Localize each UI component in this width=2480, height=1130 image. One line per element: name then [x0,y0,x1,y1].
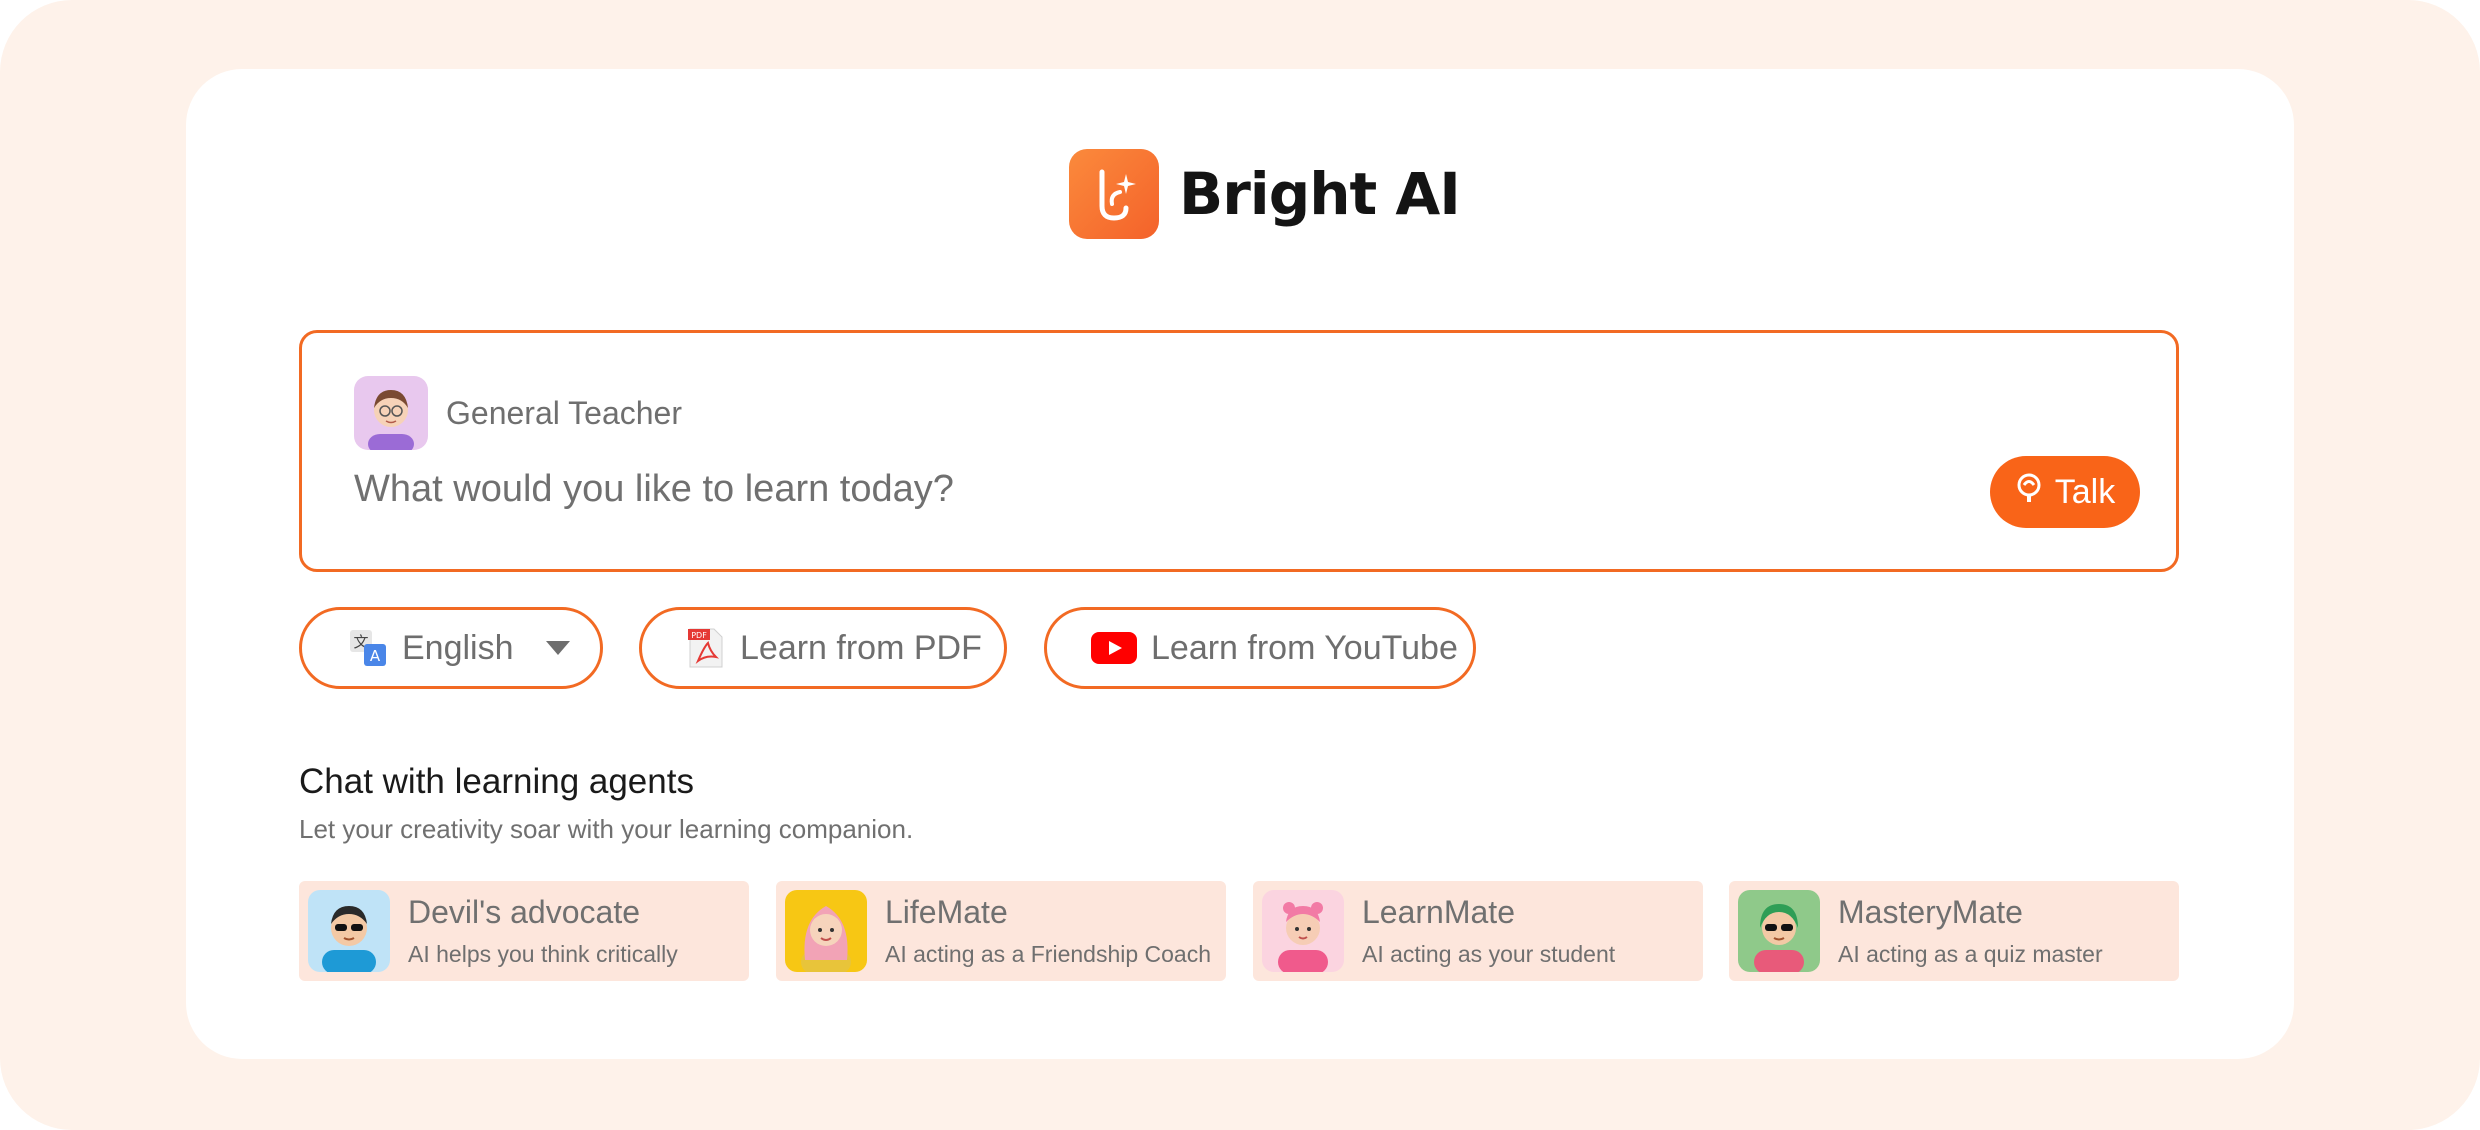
masterymate-avatar [1738,890,1820,972]
language-select[interactable]: 文 A English [299,607,603,689]
svg-text:PDF: PDF [691,631,707,640]
section-subtitle: Let your creativity soar with your learn… [299,814,914,844]
chevron-down-icon [545,641,570,655]
section-title: Chat with learning agents [299,762,694,801]
agent-card-lifemate[interactable]: LifeMate AI acting as a Friendship Coach [776,881,1226,981]
agent-card-learnmate[interactable]: LearnMate AI acting as your student [1253,881,1703,981]
agent-card-masterymate[interactable]: MasteryMate AI acting as a quiz master [1729,881,2179,981]
learn-from-pdf-button[interactable]: PDF Learn from PDF [639,607,1007,689]
agent-description: AI acting as a quiz master [1838,941,2103,967]
agent-label: General Teacher [446,394,682,431]
youtube-icon [1091,632,1137,664]
app-title: Bright AI [1179,160,1461,228]
pdf-label: Learn from PDF [740,628,982,667]
svg-text:A: A [370,647,381,665]
prompt-box[interactable]: General Teacher Talk [299,330,2179,572]
devils-advocate-avatar [308,890,390,972]
prompt-input[interactable] [354,468,1854,511]
lifemate-avatar [785,890,867,972]
agent-name: MasteryMate [1838,894,2023,930]
language-label: English [402,628,514,667]
agent-card-devils-advocate[interactable]: Devil's advocate AI helps you think crit… [299,881,749,981]
bright-ai-logo-icon [1069,149,1159,239]
page-background: Bright AI General Teacher What would you… [0,0,2480,1130]
microphone-icon [2015,472,2043,513]
agent-name: LearnMate [1362,894,1515,930]
agent-name: LifeMate [885,894,1008,930]
talk-button[interactable]: Talk [1990,456,2140,528]
pdf-icon: PDF [686,627,726,669]
agent-description: AI acting as a Friendship Coach [885,941,1212,967]
agent-selector[interactable]: General Teacher [354,376,682,450]
general-teacher-avatar [354,376,428,450]
agent-description: AI acting as your student [1362,941,1616,967]
talk-label: Talk [2054,472,2116,511]
youtube-label: Learn from YouTube [1151,628,1458,667]
brand-logo: Bright AI [1069,149,1461,239]
main-card: Bright AI General Teacher What would you… [186,69,2294,1059]
agent-name: Devil's advocate [408,894,640,930]
learnmate-avatar [1262,890,1344,972]
learn-from-youtube-button[interactable]: Learn from YouTube [1044,607,1476,689]
translate-icon: 文 A [348,628,388,668]
agent-description: AI helps you think critically [408,941,678,967]
